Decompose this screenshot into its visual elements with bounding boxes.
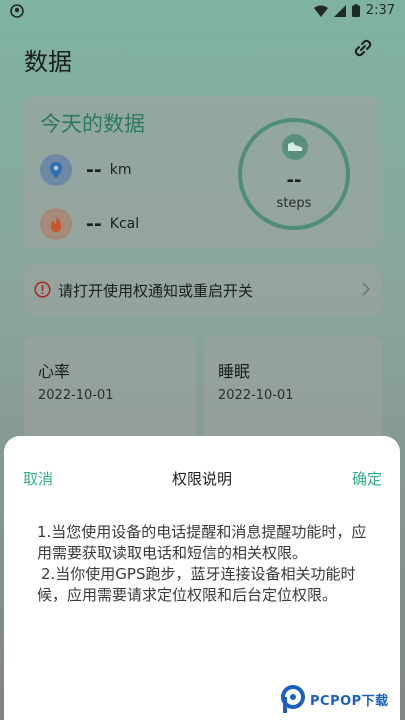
sleep-card[interactable]: 睡眠 2022-10-01 <box>204 336 382 446</box>
confirm-button[interactable]: 确定 <box>352 468 382 489</box>
distance-metric: -- km <box>40 154 132 186</box>
dialog-body: 1.当您使用设备的电话提醒和消息提醒功能时，应用需要获取读取电话和短信的相关权限… <box>37 522 367 606</box>
watermark-text: PCPOP下载 <box>310 693 389 709</box>
sleep-date: 2022-10-01 <box>218 388 294 403</box>
status-bar: 2:37 <box>0 0 405 24</box>
steps-ring: -- steps <box>238 118 350 230</box>
distance-value: -- <box>86 159 102 181</box>
permission-dialog: 取消 权限说明 确定 1.当您使用设备的电话提醒和消息提醒功能时，应用需要获取读… <box>4 436 400 720</box>
battery-icon <box>351 4 360 17</box>
permission-notice[interactable]: 请打开使用权通知或重启开关 <box>24 264 382 316</box>
warning-icon <box>34 281 51 298</box>
system-tray: 2:37 <box>313 3 395 18</box>
chevron-right-icon <box>362 282 370 296</box>
today-data-card[interactable]: 今天的数据 -- km -- Kcal -- steps <box>24 96 382 248</box>
page-title: 数据 <box>24 48 72 76</box>
heart-rate-date: 2022-10-01 <box>38 388 114 403</box>
location-pin-icon <box>40 154 72 186</box>
steps-unit: steps <box>276 196 312 211</box>
watermark: PCPOP下载 <box>280 682 402 716</box>
clock: 2:37 <box>365 3 395 18</box>
device-link-icon[interactable] <box>353 38 373 58</box>
dialog-body-item-2: 2.当你使用GPS跑步，蓝牙连接设备相关功能时候，应用需要请求定位权限和后台定位… <box>37 565 356 604</box>
dialog-title: 权限说明 <box>171 470 232 488</box>
pcpop-logo-icon <box>281 685 305 713</box>
flame-icon <box>40 208 72 240</box>
sleep-title: 睡眠 <box>218 362 251 381</box>
shoe-icon <box>282 134 308 160</box>
notice-text: 请打开使用权通知或重启开关 <box>58 282 254 300</box>
distance-unit: km <box>109 162 132 178</box>
today-title: 今天的数据 <box>40 112 145 136</box>
heart-rate-title: 心率 <box>38 362 71 381</box>
signal-icon <box>333 4 346 17</box>
heart-rate-card[interactable]: 心率 2022-10-01 <box>24 336 196 446</box>
calories-value: -- <box>86 213 102 235</box>
calories-unit: Kcal <box>109 216 140 232</box>
calories-metric: -- Kcal <box>40 208 139 240</box>
dialog-body-item-1: 1.当您使用设备的电话提醒和消息提醒功能时，应用需要获取读取电话和短信的相关权限… <box>37 523 367 562</box>
wifi-icon <box>313 5 328 17</box>
app-notification-icon <box>10 4 24 18</box>
steps-value: -- <box>286 170 302 191</box>
